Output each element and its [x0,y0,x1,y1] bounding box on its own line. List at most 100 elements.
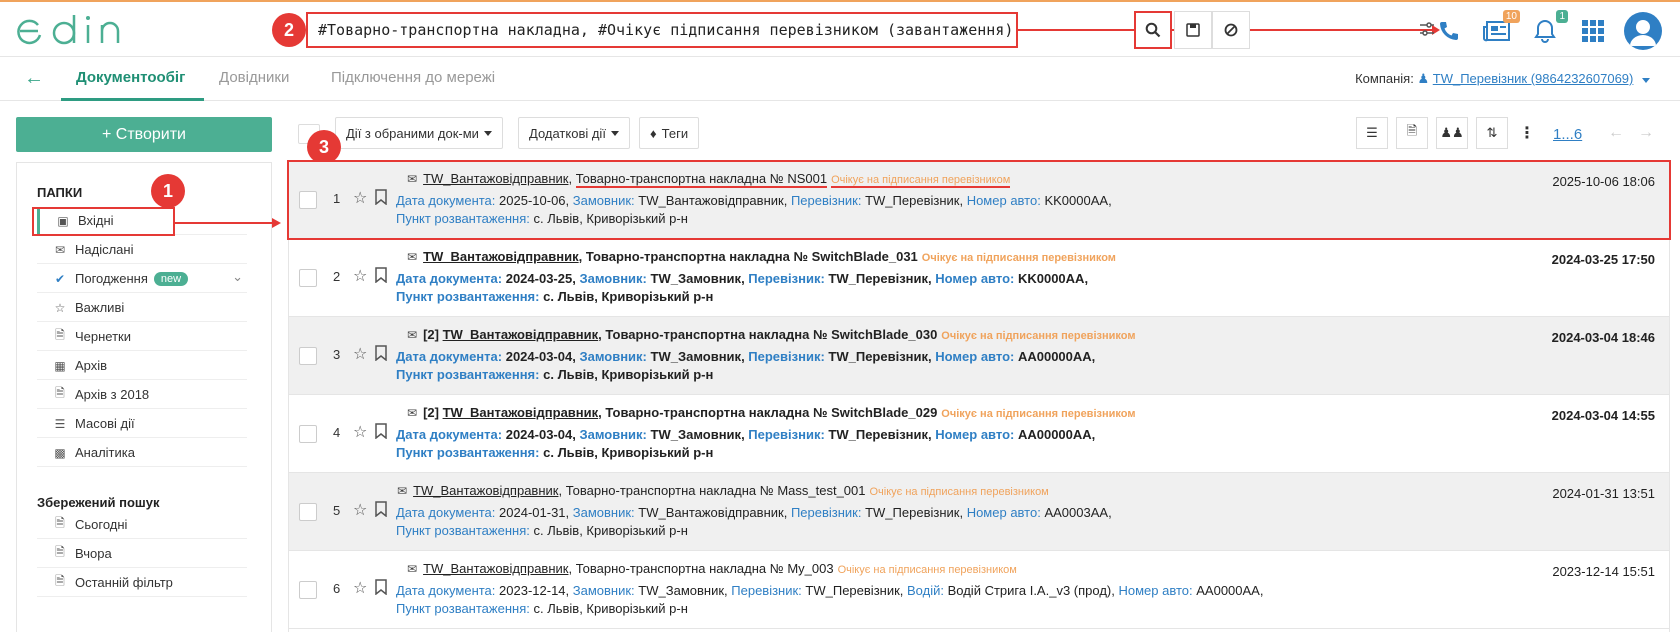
sidebar-item-approval[interactable]: ✔ Погодження new ⌄ [37,265,247,293]
row-checkbox[interactable] [299,425,317,443]
list-view-button[interactable]: ☰ [1356,117,1388,149]
sidebar-item-archive-2018[interactable]: 🗎 Архів з 2018 [37,381,247,409]
search-input[interactable]: #Товарно-транспортна накладна, #Очікує п… [306,12,1018,48]
table-row[interactable]: 5 ☆ ✉ TW_Вантажовідправник, Товарно-транс… [289,473,1669,551]
document-title[interactable]: Товарно-транспортна накладна № SwitchBla… [605,405,937,420]
star-icon[interactable]: ☆ [353,266,367,286]
tab-directories[interactable]: Довідники [219,69,289,86]
sort-button[interactable]: ⇅ [1476,117,1508,149]
sidebar-item-today[interactable]: 🗎 Сьогодні [37,511,247,539]
sidebar-item-drafts[interactable]: 🗎 Чернетки [37,323,247,351]
bell-icon[interactable]: 1 [1528,10,1568,48]
tags-button[interactable]: ♦ Теги [639,117,700,149]
file-lock-icon: 🗎 [55,574,65,588]
document-title-line[interactable]: ✉ TW_Вантажовідправник, Товарно-транспорт… [407,561,1017,576]
table-row[interactable]: 6 ☆ ✉ TW_Вантажовідправник, Товарно-транс… [289,551,1669,629]
unload-point: с. Львів, Криворізький р-н [543,367,714,382]
table-row[interactable]: 4 ☆ ✉ [2] TW_Вантажовідправник, Товарно-т… [289,395,1669,473]
document-title-line[interactable]: ✉ [2] TW_Вантажовідправник, Товарно-транс… [407,327,1135,342]
save-search-button[interactable] [1174,11,1212,49]
sender[interactable]: TW_Вантажовідправник [423,249,579,264]
sidebar-item-label: Чернетки [75,329,132,344]
star-icon[interactable]: ☆ [353,344,367,364]
star-icon[interactable]: ☆ [353,500,367,520]
selected-actions-label: Дії з обраними док-ми [346,125,479,141]
carrier: TW_Перевізник [805,583,900,598]
apps-grid-icon[interactable] [1576,14,1610,48]
doc-date-label: Дата документа: [396,583,496,598]
star-icon[interactable]: ☆ [353,422,367,442]
version-prefix: [2] [423,405,439,420]
tab-network-connection[interactable]: Підключення до мережі [331,69,495,86]
bookmark-icon[interactable] [375,345,387,361]
sender[interactable]: TW_Вантажовідправник [413,483,558,498]
next-page-button[interactable]: → [1630,117,1662,149]
sidebar-item-yesterday[interactable]: 🗎 Вчора [37,540,247,568]
sender[interactable]: TW_Вантажовідправник [443,405,599,420]
sender[interactable]: TW_Вантажовідправник [443,327,599,342]
document-view-button[interactable]: 🗎 [1396,117,1428,149]
users-icon: ♟♟ [1440,125,1464,140]
sidebar-item-archive[interactable]: ▦ Архів [37,352,247,380]
search-button[interactable] [1134,11,1172,49]
bookmark-icon[interactable] [375,501,387,517]
document-title-line[interactable]: ✉ [2] TW_Вантажовідправник, Товарно-транс… [407,405,1135,420]
status-badge: Очікує на підписання перевізником [837,564,1017,576]
create-button[interactable]: + Створити [16,117,272,152]
customer: TW_Замовник [650,427,742,442]
row-checkbox[interactable] [299,347,317,365]
row-checkbox[interactable] [299,503,317,521]
sidebar-item-label: Архів [75,358,108,373]
group-button[interactable]: ♟♟ [1436,117,1468,149]
bookmark-icon[interactable] [375,423,387,439]
document-title-line[interactable]: ✉ TW_Вантажовідправник, Товарно-транспорт… [407,249,1116,264]
sidebar-item-last-filter[interactable]: 🗎 Останній фільтр [37,569,247,597]
notifications-badge: 1 [1556,10,1568,23]
phone-icon[interactable] [1432,14,1466,48]
row-checkbox[interactable] [299,581,317,599]
car-number-label: Номер авто: [935,427,1015,442]
car-number-label: Номер авто: [1118,583,1193,598]
document-title[interactable]: Товарно-транспортна накладна № Mass_test… [566,483,866,498]
company-value[interactable]: TW_Перевізник (9864232607069) [1433,71,1634,86]
chevron-down-icon[interactable]: ⌄ [232,269,243,285]
sidebar-item-important[interactable]: ☆ Важливі [37,294,247,322]
customer: TW_Замовник [650,349,742,364]
document-title[interactable]: Товарно-транспортна накладна № My_003 [576,561,834,576]
sidebar-item-sent[interactable]: ✉ Надіслані [37,236,247,264]
new-badge: new [153,271,189,286]
carrier-label: Перевізник: [731,583,802,598]
company-selector[interactable]: Компанія: ♟ TW_Перевізник (9864232607069… [1355,71,1650,87]
document-unload: Пункт розвантаження: с. Львів, Криворізь… [396,445,713,460]
clear-search-button[interactable] [1212,11,1250,49]
customer-label: Замовник: [572,505,635,520]
more-options-button[interactable]: ⋮ [1513,117,1541,149]
extra-actions-button[interactable]: Додаткові дії [518,117,630,149]
row-checkbox[interactable] [299,269,317,287]
user-avatar-icon[interactable] [1624,12,1662,50]
sidebar-item-analytics[interactable]: ▩ Аналітика [37,439,247,467]
bookmark-icon[interactable] [375,579,387,595]
document-title[interactable]: Товарно-транспортна накладна № SwitchBla… [605,327,937,342]
sidebar-item-mass-actions[interactable]: ☰ Масові дії [37,410,247,438]
table-row[interactable]: 3 ☆ ✉ [2] TW_Вантажовідправник, Товарно-т… [289,317,1669,395]
news-icon[interactable]: 10 [1480,10,1520,48]
annotation-marker-2: 2 [272,13,306,47]
selected-actions-button[interactable]: Дії з обраними док-ми [335,117,503,149]
row-number: 2 [333,269,341,284]
back-arrow-icon[interactable]: ← [24,67,44,90]
document-title[interactable]: Товарно-транспортна накладна № SwitchBla… [586,249,918,264]
document-title-line[interactable]: ✉ TW_Вантажовідправник, Товарно-транспорт… [397,483,1049,498]
bookmark-icon[interactable] [375,267,387,283]
table-row[interactable]: 2 ☆ ✉ TW_Вантажовідправник, Товарно-транс… [289,239,1669,317]
pagination[interactable]: 1...6 [1553,126,1582,143]
carrier: TW_Перевізник [865,505,960,520]
tab-documents[interactable]: Документообіг [76,69,185,86]
sender[interactable]: TW_Вантажовідправник [423,561,568,576]
edin-logo[interactable] [16,13,140,49]
prev-page-button[interactable]: ← [1600,117,1632,149]
sidebar-item-label: Важливі [75,300,125,315]
unload-point-label: Пункт розвантаження: [396,523,530,538]
star-icon[interactable]: ☆ [353,578,367,598]
annotation-box-1 [32,207,175,236]
